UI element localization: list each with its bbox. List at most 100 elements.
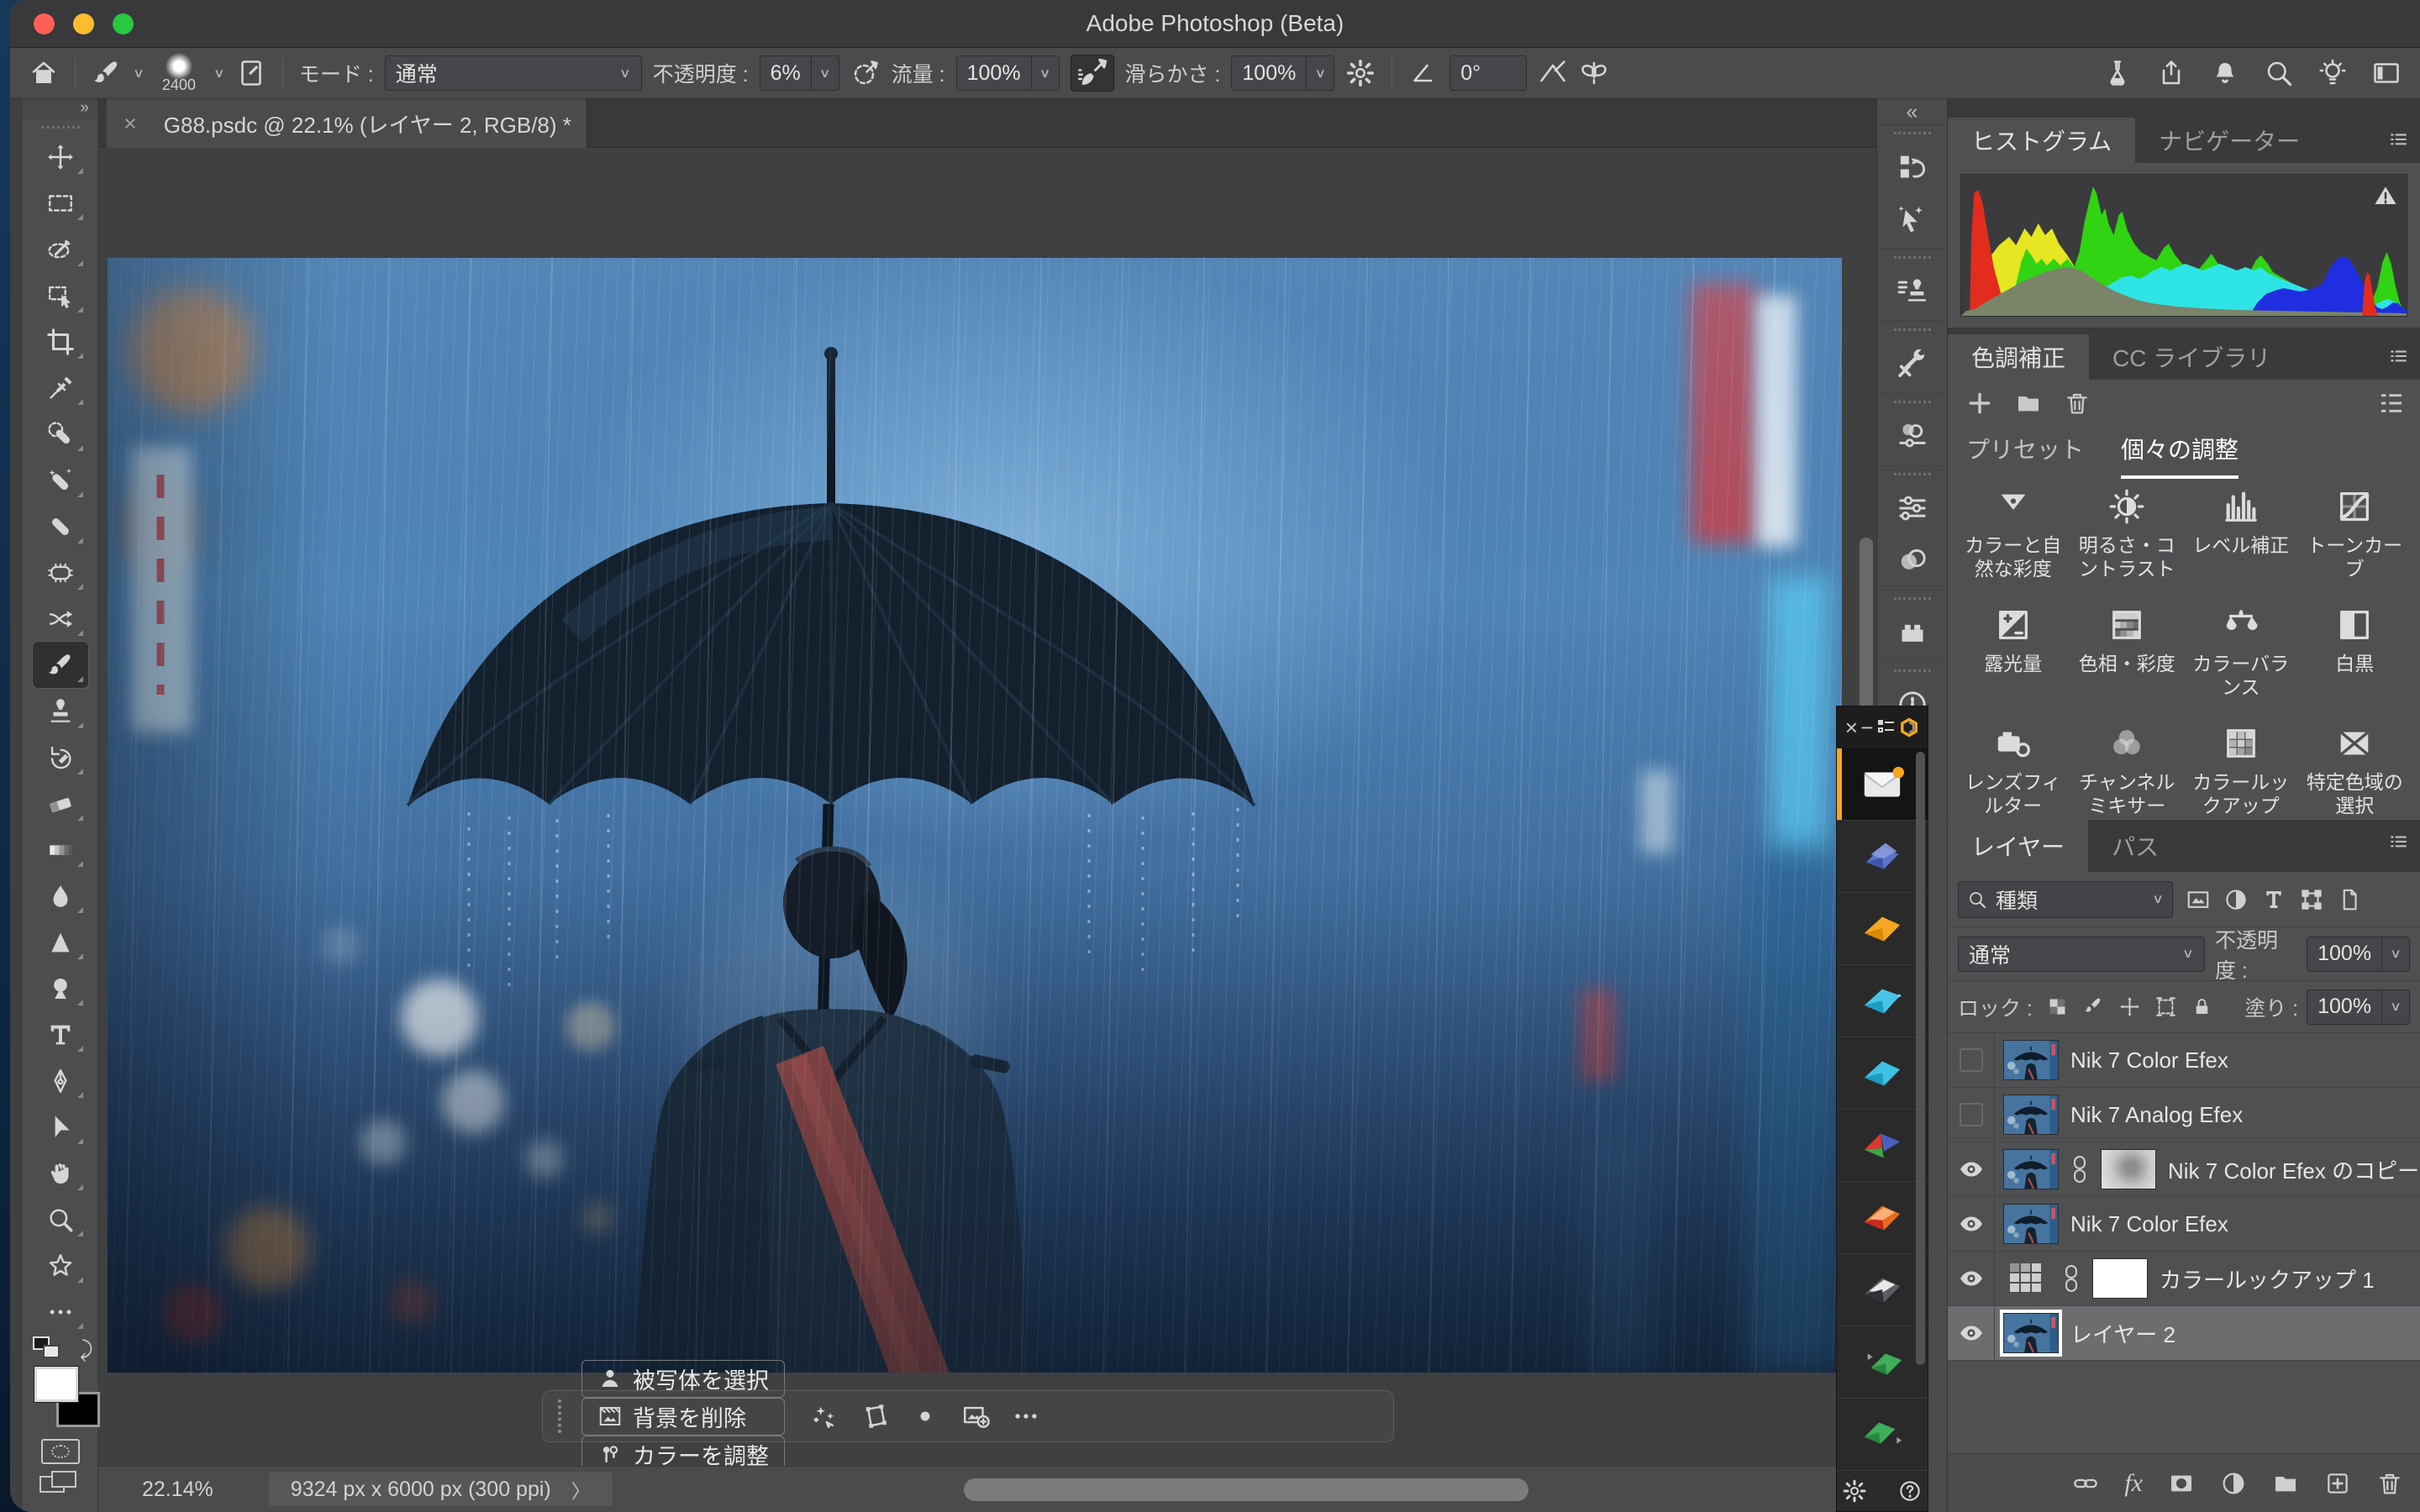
- layer-row[interactable]: カラールックアップ 1: [1948, 1252, 2420, 1306]
- tool-pen[interactable]: [33, 1058, 88, 1104]
- new-group-icon[interactable]: [2272, 1470, 2299, 1497]
- adjustment-black-white[interactable]: 白黒: [2298, 606, 2412, 699]
- tool-spot-healing-brush[interactable]: [33, 411, 88, 457]
- layer-name[interactable]: レイヤー 2: [2070, 1318, 2175, 1349]
- dock-circles2-icon[interactable]: [1896, 543, 1929, 577]
- swap-colors-icon[interactable]: ⤸: [80, 1336, 93, 1363]
- filter-adjustment-layers-icon[interactable]: [2223, 887, 2249, 912]
- dock-toolsicon-icon[interactable]: [1896, 347, 1929, 381]
- tool-hand[interactable]: [33, 1150, 88, 1196]
- nik-minimize-icon[interactable]: −: [1860, 715, 1873, 741]
- dock-drag-handle[interactable]: [1894, 597, 1931, 600]
- layer-thumbnail[interactable]: [2003, 1095, 2059, 1135]
- tool-selection-brush[interactable]: [33, 226, 88, 272]
- toolbar-drag-handle[interactable]: [41, 126, 80, 129]
- mask-link-icon[interactable]: [2070, 1155, 2089, 1184]
- home-icon[interactable]: [29, 58, 59, 88]
- tab-layers[interactable]: レイヤー: [1948, 820, 2088, 872]
- filter-shape-layers-icon[interactable]: [2299, 887, 2324, 912]
- layer-name[interactable]: Nik 7 Color Efex: [2070, 1047, 2228, 1074]
- dock-lego-icon[interactable]: [1896, 616, 1929, 649]
- layer-blend-mode-select[interactable]: 通常∨: [1958, 937, 2205, 972]
- brush-size-preview[interactable]: 2400: [155, 53, 203, 94]
- tool-dodge-icon[interactable]: [46, 974, 75, 1003]
- layer-mask-thumbnail[interactable]: [2092, 1258, 2148, 1299]
- layer-name[interactable]: Nik 7 Color Efex: [2070, 1211, 2228, 1237]
- layer-filter-select[interactable]: 種類∨: [1958, 881, 2173, 918]
- tool-eyedropper[interactable]: [33, 365, 88, 411]
- nik-sharpener-output[interactable]: [1837, 1399, 1928, 1471]
- layer-name[interactable]: Nik 7 Color Efex のコピー: [2168, 1154, 2419, 1185]
- group-icon[interactable]: [2015, 390, 2042, 417]
- screen-mode-button[interactable]: [39, 1471, 82, 1496]
- tool-blur-icon[interactable]: [46, 882, 75, 911]
- smoothing-input[interactable]: 100%∨: [1231, 55, 1334, 91]
- tool-object-selection[interactable]: [33, 272, 88, 318]
- canvas[interactable]: 被写体を選択背景を削除カラーを調整: [98, 148, 1886, 1466]
- canvas-horizontal-scrollbar[interactable]: [964, 1478, 1528, 1501]
- tool-patch-icon[interactable]: [46, 559, 75, 587]
- filter-smart-objects-icon[interactable]: [2337, 887, 2362, 912]
- tool-pen-icon[interactable]: [46, 1067, 75, 1095]
- adjustment-hue-saturation[interactable]: 色相・彩度: [2070, 606, 2185, 699]
- nik-settings-icon[interactable]: [1842, 1478, 1867, 1504]
- taskbar-transform-icon[interactable]: [860, 1402, 889, 1431]
- layer-visibility-icon[interactable]: [1959, 1269, 1984, 1288]
- lock-artboard-icon[interactable]: [2154, 995, 2177, 1018]
- dock-drag-handle[interactable]: [1894, 473, 1931, 475]
- zoom-window-button[interactable]: [113, 13, 134, 34]
- delete-icon[interactable]: [2064, 390, 2091, 417]
- dock-drag-handle[interactable]: [1894, 669, 1931, 672]
- tool-clone-stamp-icon[interactable]: [46, 697, 75, 726]
- tool-type[interactable]: [33, 1011, 88, 1058]
- dock-sliders-icon[interactable]: [1896, 491, 1929, 525]
- select-subject-button[interactable]: 被写体を選択: [581, 1360, 785, 1398]
- nik-close-icon[interactable]: ×: [1845, 715, 1858, 741]
- adjustment-exposure[interactable]: 露光量: [1956, 606, 2070, 699]
- new-layer-icon[interactable]: [2324, 1470, 2351, 1497]
- adjustment-selective-color[interactable]: 特定色域の選択: [2298, 724, 2412, 817]
- adjustment-curves[interactable]: トーンカーブ: [2298, 487, 2412, 580]
- tool-sharpen[interactable]: [33, 919, 88, 965]
- dock-mixersliders-icon[interactable]: [1896, 419, 1929, 453]
- tool-spot-healing-brush-icon[interactable]: [46, 420, 75, 449]
- dock-drag-handle[interactable]: [1894, 401, 1931, 403]
- tool-object-selection-icon[interactable]: [46, 281, 75, 310]
- nik-layout-icon[interactable]: [1876, 717, 1897, 738]
- tool-remove-tool[interactable]: [33, 457, 88, 503]
- layer-thumbnail[interactable]: [2003, 1313, 2059, 1353]
- nik-sharpener-raw[interactable]: [1837, 1326, 1928, 1399]
- tool-gradient-icon[interactable]: [46, 836, 75, 864]
- nik-analog-efex[interactable]: [1837, 965, 1928, 1037]
- layer-row[interactable]: Nik 7 Color Efex: [1948, 1197, 2420, 1252]
- filter-type-layers-icon[interactable]: [2261, 887, 2286, 912]
- brush-angle-input[interactable]: 0°: [1449, 55, 1527, 91]
- tool-blur[interactable]: [33, 873, 88, 919]
- filter-pixel-layers-icon[interactable]: [2186, 887, 2211, 912]
- layer-thumbnail[interactable]: [2003, 1040, 2059, 1080]
- opacity-pressure-icon[interactable]: [850, 58, 881, 88]
- notifications-icon[interactable]: [2210, 58, 2240, 88]
- dock-aicursor-icon[interactable]: [1896, 202, 1929, 236]
- tool-move[interactable]: [33, 134, 88, 180]
- layer-row[interactable]: レイヤー 2: [1948, 1306, 2420, 1361]
- tool-type-icon[interactable]: [46, 1021, 75, 1049]
- foreground-color-swatch[interactable]: [34, 1367, 78, 1402]
- layer-opacity-input[interactable]: 100%∨: [2307, 937, 2410, 972]
- tool-hand-icon[interactable]: [46, 1159, 75, 1188]
- taskbar-half-circle-icon[interactable]: [911, 1402, 939, 1431]
- opacity-input[interactable]: 6%∨: [760, 55, 839, 91]
- layer-fill-input[interactable]: 100%∨: [2307, 990, 2410, 1025]
- size-pressure-icon[interactable]: [1538, 58, 1568, 88]
- adjustment-channel-mixer[interactable]: チャンネルミキサー: [2070, 724, 2185, 817]
- link-layers-icon[interactable]: [2072, 1470, 2099, 1497]
- layer-thumbnail[interactable]: [2003, 1204, 2059, 1244]
- dock-history-icon[interactable]: [1896, 150, 1929, 184]
- layer-style-icon[interactable]: fx: [2124, 1469, 2143, 1498]
- tab-histogram[interactable]: ヒストグラム: [1948, 118, 2135, 163]
- task-bar-drag-handle[interactable]: [558, 1399, 565, 1433]
- airbrush-toggle[interactable]: [1071, 55, 1114, 92]
- layer-visibility-icon[interactable]: [1959, 1324, 1984, 1342]
- tool-brush[interactable]: [33, 642, 88, 688]
- tool-path-selection-icon[interactable]: [46, 1113, 75, 1142]
